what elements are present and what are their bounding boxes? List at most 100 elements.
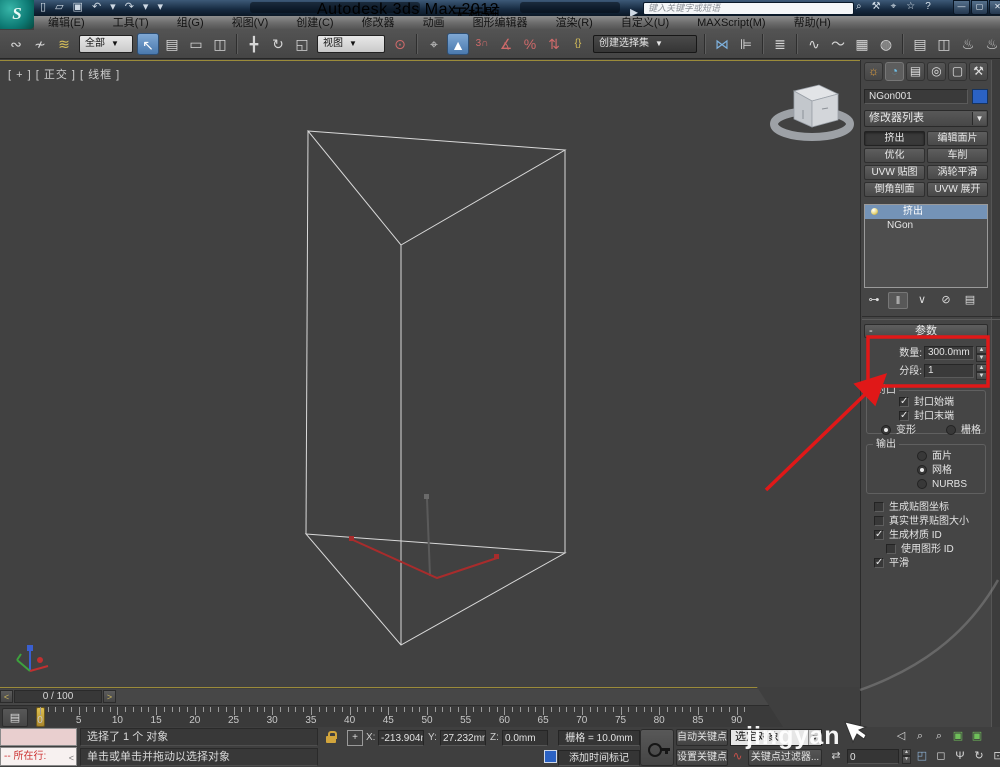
param-field-1[interactable]: 1 — [924, 364, 974, 378]
make-unique-icon[interactable]: ∨ — [912, 292, 932, 309]
menu-11[interactable]: 帮助(H) — [780, 16, 845, 30]
checkbox[interactable] — [899, 410, 909, 421]
x-coordinate-field[interactable]: -213.904mm — [378, 730, 424, 746]
snap-toggle-icon[interactable]: ▲ — [447, 33, 469, 55]
select-and-link-icon[interactable]: ∾ — [5, 33, 27, 55]
favorites-star-icon[interactable]: ☆ — [906, 1, 915, 12]
open-file-icon[interactable]: ▱ — [55, 1, 63, 14]
viewport-label[interactable]: [ + ] [ 正交 ] [ 线框 ] — [8, 66, 120, 82]
spinner[interactable]: ▲ ▼ — [976, 364, 987, 380]
selection-filter-dropdown[interactable]: 全部 ▼ — [79, 35, 133, 53]
use-pivot-center-icon[interactable]: ⊙ — [389, 33, 411, 55]
new-file-icon[interactable]: ▯ — [40, 1, 46, 14]
undo-caret-icon[interactable]: ▾ — [110, 1, 116, 14]
tab-display[interactable]: ▢ — [948, 62, 967, 81]
angle-snap-icon[interactable]: ∡ — [495, 33, 517, 55]
current-frame-field[interactable]: 0 — [847, 748, 899, 764]
set-keys-button[interactable]: 设置关键点 — [676, 749, 728, 766]
tab-motion[interactable]: ◎ — [927, 62, 946, 81]
chevron-down-icon[interactable]: ▼ — [349, 37, 357, 51]
curve-editor-icon[interactable]: 〜 — [827, 33, 849, 55]
toolbar-options-caret-icon[interactable]: ▾ — [157, 1, 163, 14]
radio[interactable] — [946, 425, 956, 435]
menu-9[interactable]: 自定义(U) — [607, 16, 683, 30]
listener-scroll-arrow[interactable]: < — [69, 750, 74, 767]
bulb-icon[interactable] — [871, 208, 878, 215]
modifier-stack[interactable]: 挤出 NGon — [864, 204, 988, 288]
parameters-rollout-header[interactable]: - 参数 — [864, 324, 988, 338]
key-mode-toggle-icon[interactable]: ⇄ — [828, 748, 844, 764]
spinner[interactable]: ▲ ▼ — [976, 346, 987, 362]
zoom-region-icon[interactable]: ◰ — [914, 748, 930, 764]
checkbox[interactable] — [874, 557, 884, 568]
create-selection-set-dropdown[interactable]: 创建选择集 ▼ — [593, 35, 697, 53]
radio[interactable] — [881, 425, 891, 435]
mirror-icon[interactable]: ⋈ — [711, 33, 733, 55]
rect-selection-region-icon[interactable]: ▭ — [185, 33, 207, 55]
absolute-offset-toggle-icon[interactable]: + — [347, 730, 363, 746]
menu-7[interactable]: 图形编辑器 — [459, 16, 542, 30]
menu-1[interactable]: 工具(T) — [99, 16, 163, 30]
radio[interactable] — [917, 465, 927, 475]
field-of-view-icon[interactable]: ◻ — [933, 748, 949, 764]
modifier-button-7[interactable]: UVW 展开 — [927, 182, 988, 197]
modifier-list-dropdown[interactable]: 修改器列表 ▼ — [864, 110, 988, 127]
stack-row-1[interactable]: NGon — [865, 219, 987, 233]
frame-spinner[interactable]: ▲ ▼ — [902, 748, 911, 764]
schematic-view-icon[interactable]: ▦ — [851, 33, 873, 55]
communication-center-icon[interactable]: ⌖ — [891, 1, 897, 12]
key-filters-button[interactable]: 关键点过滤器... — [748, 749, 822, 766]
help-icon[interactable]: ? — [925, 1, 931, 12]
track-bar[interactable]: < 0 / 100 > — [0, 689, 783, 705]
chevron-down-icon[interactable]: ▼ — [111, 37, 119, 51]
wrench-icon[interactable]: ⚒ — [872, 1, 881, 12]
checkbox[interactable] — [899, 396, 909, 407]
render-iterative-icon[interactable]: ♨ — [981, 33, 1000, 55]
modifier-button-4[interactable]: UVW 贴图 — [864, 165, 925, 180]
chevron-down-icon[interactable]: ▼ — [808, 730, 821, 745]
z-coordinate-field[interactable]: 0.0mm — [502, 730, 548, 746]
search-input[interactable]: 键入关键字或短语 — [643, 2, 854, 15]
percent-snap-icon[interactable]: % — [519, 33, 541, 55]
orbit-icon[interactable]: ↻ — [971, 748, 987, 764]
redo-caret-icon[interactable]: ▾ — [143, 1, 149, 14]
menu-0[interactable]: 编辑(E) — [34, 16, 99, 30]
menu-6[interactable]: 动画 — [409, 16, 459, 30]
tab-utilities[interactable]: ⚒ — [969, 62, 988, 81]
render-production-icon[interactable]: ♨ — [957, 33, 979, 55]
maximize-button[interactable]: ▢ — [971, 0, 988, 15]
save-file-icon[interactable]: ▣ — [73, 1, 83, 14]
menu-4[interactable]: 创建(C) — [282, 16, 347, 30]
prev-frame-button[interactable]: < — [0, 690, 13, 703]
pin-stack-icon[interactable]: ⊶ — [864, 292, 884, 309]
menu-10[interactable]: MAXScript(M) — [683, 16, 779, 30]
radio[interactable] — [917, 451, 927, 461]
material-editor-icon[interactable]: ◍ — [875, 33, 897, 55]
checkbox[interactable] — [874, 502, 884, 512]
zoom-extents-icon[interactable]: ▣ — [950, 728, 966, 744]
window-crossing-icon[interactable]: ◫ — [209, 33, 231, 55]
show-end-result-icon[interactable]: ‖ — [888, 292, 908, 309]
selection-set-dropdown[interactable]: 选定对象 ▼ — [730, 729, 822, 746]
pan-hand-icon[interactable]: Ψ — [952, 748, 968, 764]
remove-modifier-icon[interactable]: ⊘ — [936, 292, 956, 309]
layer-manager-icon[interactable]: ≣ — [769, 33, 791, 55]
menu-3[interactable]: 视图(V) — [218, 16, 283, 30]
modifier-button-6[interactable]: 倒角剖面 — [864, 182, 925, 197]
menu-2[interactable]: 组(G) — [163, 16, 218, 30]
object-color-swatch[interactable] — [972, 89, 988, 104]
minimize-button[interactable]: — — [953, 0, 970, 15]
time-tag-icon[interactable] — [544, 750, 557, 763]
rendered-frame-icon[interactable]: ◫ — [933, 33, 955, 55]
chevron-down-icon[interactable]: ▼ — [972, 112, 986, 125]
param-field-0[interactable]: 300.0mm — [924, 346, 974, 360]
zoom-icon[interactable]: ⌕ — [912, 728, 928, 744]
close-button[interactable]: ✕ — [989, 0, 1000, 15]
new-key-curve-icon[interactable]: ∿ — [730, 749, 745, 764]
modifier-button-3[interactable]: 车削 — [927, 148, 988, 163]
set-key-button[interactable] — [640, 729, 674, 766]
render-setup-icon[interactable]: ▤ — [909, 33, 931, 55]
time-ruler[interactable]: 0 5 10 15 20 25 30 35 40 45 50 55 60 65 70 75 80 85 90 — [0, 705, 783, 727]
graphite-ribbon-icon[interactable]: ∿ — [803, 33, 825, 55]
bind-to-spacewarp-icon[interactable]: ≋ — [53, 33, 75, 55]
